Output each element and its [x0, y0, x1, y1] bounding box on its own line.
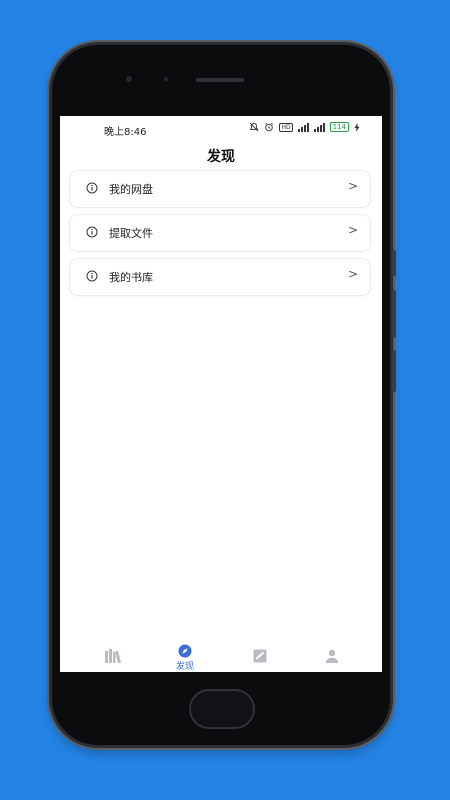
mute-bell-icon	[250, 122, 259, 132]
status-bar: 晚上8:46 HD 114	[60, 116, 382, 140]
sensor	[164, 77, 168, 81]
menu-item-label: 提取文件	[109, 227, 153, 240]
menu-item-label: 我的书库	[109, 271, 153, 284]
menu-item-extract-files[interactable]: 提取文件 >	[69, 214, 371, 252]
bookshelf-icon	[105, 649, 121, 663]
chevron-right-icon: >	[347, 223, 358, 237]
tab-bar: 发现	[60, 638, 382, 672]
page-title: 发现	[207, 149, 235, 165]
chevron-right-icon: >	[347, 267, 358, 281]
charging-icon	[354, 122, 360, 132]
alarm-icon	[265, 122, 274, 132]
compass-icon	[178, 644, 192, 658]
volume-down-button	[392, 290, 396, 338]
menu-item-my-library[interactable]: 我的书库 >	[69, 258, 371, 296]
stage: 晚上8:46 HD 114 发现 我的网盘 > 提取文件 > 我的书库 > 发现	[0, 0, 450, 800]
menu-item-label: 我的网盘	[109, 183, 153, 196]
signal-icon-2	[313, 122, 325, 132]
earpiece-speaker	[196, 78, 244, 82]
status-time: 晚上8:46	[104, 127, 147, 138]
menu-item-my-drive[interactable]: 我的网盘 >	[69, 170, 371, 208]
status-icons: HD 114	[249, 122, 360, 132]
hd-badge-icon: HD	[279, 122, 293, 132]
tab-bookshelf[interactable]	[93, 638, 133, 672]
home-button[interactable]	[189, 689, 255, 729]
chevron-right-icon: >	[347, 179, 358, 193]
info-icon	[86, 270, 98, 282]
user-icon	[325, 649, 339, 663]
front-camera	[126, 76, 132, 82]
battery-icon: 114	[329, 122, 349, 132]
screen: 晚上8:46 HD 114 发现 我的网盘 > 提取文件 > 我的书库 > 发现	[60, 116, 382, 672]
edit-icon	[253, 649, 267, 663]
info-icon	[86, 182, 98, 194]
tab-profile[interactable]	[312, 638, 352, 672]
tab-write[interactable]	[240, 638, 280, 672]
info-icon	[86, 226, 98, 238]
signal-icon	[297, 122, 309, 132]
volume-up-button	[392, 250, 396, 276]
tab-discover-label: 发现	[175, 662, 194, 672]
power-button	[392, 350, 396, 392]
tab-discover[interactable]: 发现	[165, 638, 205, 672]
